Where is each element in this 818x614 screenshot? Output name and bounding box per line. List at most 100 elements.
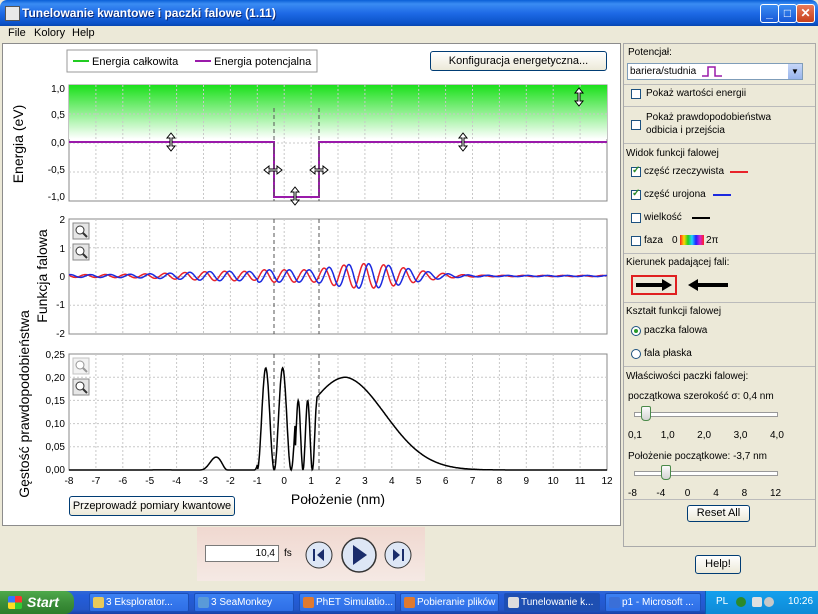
width-slider-thumb[interactable]	[640, 406, 651, 421]
slider-tick-label: 3,0	[733, 430, 748, 441]
language-indicator[interactable]: PL	[716, 596, 728, 607]
zoom-out-icon[interactable]	[72, 378, 90, 396]
phase-label: faza	[644, 235, 663, 246]
wave-tick: -2	[56, 329, 65, 340]
step-forward-icon[interactable]	[384, 541, 412, 569]
x-tick: -3	[199, 476, 208, 487]
phase-checkbox[interactable]	[631, 236, 641, 246]
imaginary-part-checkbox[interactable]	[631, 188, 641, 200]
control-panel: Potencjał: bariera/studnia ▼ Pokaż warto…	[623, 43, 816, 547]
wave-view-title: Widok funkcji falowej	[626, 148, 719, 159]
potential-select[interactable]: bariera/studnia ▼	[627, 63, 803, 80]
potential-label: Potencjał:	[628, 47, 672, 58]
x-tick: 5	[416, 476, 422, 487]
legend-potential-label: Energia potencjalna	[214, 56, 312, 68]
width-label: początkowa szerokość σ: 0,4 nm	[628, 391, 774, 402]
taskbar-item[interactable]: 3 SeaMonkey	[194, 593, 294, 612]
probability-axis-label: Gęstość prawdopodobieństwa	[16, 310, 32, 498]
magnitude-checkbox[interactable]	[631, 213, 641, 223]
x-axis-label: Położenie (nm)	[291, 491, 385, 507]
plane-wave-radio[interactable]	[631, 349, 641, 359]
time-unit: fs	[284, 548, 292, 559]
slider-tick-label: 1,0	[660, 430, 675, 441]
energy-tick: 0,5	[51, 110, 65, 121]
help-button[interactable]: Help!	[695, 555, 741, 574]
menu-file[interactable]: File	[8, 27, 26, 39]
taskbar-item[interactable]: 3 Eksplorator...	[89, 593, 189, 612]
position-slider-track[interactable]	[634, 471, 778, 476]
volume-icon[interactable]	[752, 597, 762, 607]
show-energy-checkbox[interactable]	[631, 89, 641, 99]
slider-tick-label: 0	[684, 488, 691, 499]
taskbar-item-label: p1 - Microsoft ...	[622, 597, 694, 608]
slider-tick-label: -4	[656, 488, 666, 499]
close-button[interactable]: ✕	[796, 4, 815, 23]
probability-density-plot: Gęstość prawdopodobieństwa 0,25 0,20 0,1…	[16, 310, 613, 507]
direction-left-button[interactable]	[686, 277, 730, 293]
slider-tick-label: 12	[770, 488, 782, 499]
menu-kolory[interactable]: Kolory	[34, 27, 65, 39]
real-part-checkbox[interactable]	[631, 165, 641, 177]
width-slider-track[interactable]	[634, 412, 778, 417]
tray-app-icon[interactable]	[764, 597, 774, 607]
x-tick: -2	[226, 476, 235, 487]
energy-plot: Energia (eV) 1,0 0,5 0,0 -0,5 -1,0	[10, 84, 608, 206]
show-probabilities-label: Pokaż prawdopodobieństwa	[646, 112, 772, 123]
barrier-shape-icon	[702, 66, 722, 77]
maximize-button[interactable]: □	[778, 4, 797, 23]
restart-icon[interactable]	[305, 541, 333, 569]
play-icon[interactable]	[341, 537, 377, 573]
taskbar-item[interactable]: PhET Simulatio...	[299, 593, 396, 612]
show-probabilities-checkbox[interactable]	[631, 120, 641, 130]
playback-controls: 10,4 fs	[197, 527, 425, 581]
taskbar-item[interactable]: p1 - Microsoft ...	[605, 593, 701, 612]
menu-help[interactable]: Help	[72, 27, 95, 39]
x-tick: -4	[172, 476, 181, 487]
potential-select-value: bariera/studnia	[630, 66, 697, 77]
system-tray: PL 10:26	[705, 591, 818, 614]
imaginary-part-label: część urojona	[644, 189, 706, 200]
position-slider-thumb[interactable]	[660, 465, 671, 480]
wave-tick: 2	[59, 215, 65, 226]
taskbar-item-label: Tunelowanie k...	[521, 597, 594, 608]
magnitude-swatch	[692, 217, 710, 219]
network-icon[interactable]	[736, 597, 746, 607]
taskbar-item-label: PhET Simulatio...	[316, 597, 394, 608]
start-button[interactable]: Start	[0, 591, 74, 614]
wave-packet-label: paczka falowa	[644, 325, 708, 336]
prob-tick: 0,10	[46, 419, 66, 430]
x-tick: 12	[601, 476, 613, 487]
x-tick: 9	[524, 476, 530, 487]
chevron-down-icon[interactable]: ▼	[788, 64, 802, 79]
energy-tick: 1,0	[51, 84, 65, 95]
wave-tick: 1	[59, 244, 65, 255]
energy-configuration-button[interactable]: Konfiguracja energetyczna...	[430, 51, 607, 71]
playback-buttons	[305, 537, 412, 573]
taskbar-item-active[interactable]: Tunelowanie k...	[504, 593, 600, 612]
zoom-in-icon	[72, 357, 90, 375]
time-display: 10,4	[205, 545, 279, 562]
slider-tick-label: 8	[741, 488, 748, 499]
real-part-label: część rzeczywista	[644, 166, 725, 177]
reset-all-button[interactable]: Reset All	[687, 505, 750, 522]
energy-axis-label: Energia (eV)	[10, 105, 26, 184]
taskbar-item-label: 3 Eksplorator...	[106, 597, 173, 608]
slider-tick-label: 0,1	[628, 430, 642, 441]
direction-title: Kierunek padającej fali:	[626, 257, 730, 268]
imaginary-part-swatch	[713, 194, 731, 196]
minimize-button[interactable]: _	[760, 4, 779, 23]
prob-tick: 0,25	[46, 350, 66, 361]
direction-right-button[interactable]	[631, 275, 677, 295]
zoom-out-icon[interactable]	[72, 243, 90, 261]
zoom-in-icon[interactable]	[72, 222, 90, 240]
energy-tick: -0,5	[48, 165, 66, 176]
wave-packet-radio[interactable]	[631, 326, 641, 336]
packet-props-title: Właściwości paczki falowej:	[626, 371, 749, 382]
x-tick: 10	[548, 476, 560, 487]
taskbar-item[interactable]: Pobieranie plików	[400, 593, 499, 612]
prob-tick: 0,20	[46, 373, 66, 384]
quantum-measurement-button[interactable]: Przeprowadź pomiary kwantowe	[69, 496, 235, 516]
legend-total-label: Energia całkowita	[92, 56, 179, 68]
x-tick: -5	[145, 476, 154, 487]
x-tick: 0	[281, 476, 287, 487]
